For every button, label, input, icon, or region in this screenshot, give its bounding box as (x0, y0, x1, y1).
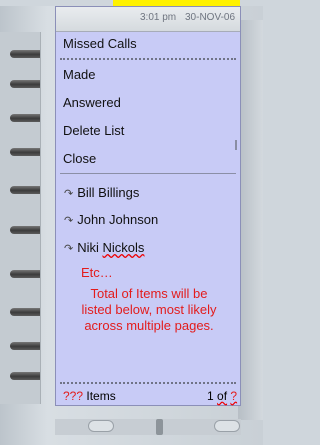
left-keypad (0, 32, 41, 404)
softkey-left[interactable] (88, 420, 114, 432)
contact-row[interactable]: ↷ Niki Nickols (64, 240, 144, 255)
line-key-9[interactable] (10, 342, 40, 350)
line-key-8[interactable] (10, 308, 40, 316)
softkey-right[interactable] (214, 420, 240, 432)
reply-arrow-icon: ↷ (64, 215, 74, 227)
menu-item-made[interactable]: Made (63, 67, 96, 82)
total-items-line-3: across multiple pages. (84, 318, 214, 333)
menu-item-answered[interactable]: Answered (63, 95, 121, 110)
line-key-7[interactable] (10, 270, 40, 278)
title-divider (60, 58, 236, 60)
contact-row[interactable]: ↷ Bill Billings (64, 185, 139, 200)
page-of: of (217, 389, 228, 403)
line-key-5[interactable] (10, 186, 40, 194)
items-count: ??? Items (63, 389, 116, 403)
reply-arrow-icon: ↷ (64, 243, 74, 255)
menu-item-delete-list[interactable]: Delete List (63, 123, 124, 138)
contact-last-name: Nickols (102, 240, 145, 255)
total-items-note: Total of Items will be listed below, mos… (60, 286, 238, 334)
menu-item-close[interactable]: Close (63, 151, 96, 166)
reply-arrow-icon: ↷ (64, 188, 74, 200)
page-total: ? (230, 389, 238, 403)
line-key-6[interactable] (10, 226, 40, 234)
page-current: 1 (207, 389, 218, 403)
line-key-3[interactable] (10, 114, 40, 122)
softkey-divider (156, 419, 163, 435)
etc-note: Etc… (81, 265, 113, 280)
contact-first-name: Niki (77, 240, 99, 255)
contact-name: Bill Billings (77, 185, 140, 200)
line-key-10[interactable] (10, 372, 40, 380)
line-key-4[interactable] (10, 148, 40, 156)
contact-name: John Johnson (77, 212, 159, 227)
status-bar: 3:01 pm 30-NOV-06 (56, 7, 240, 32)
status-time: 3:01 pm (140, 12, 177, 23)
page-indicator: 1 of ? (207, 389, 237, 403)
contact-row[interactable]: ↷ John Johnson (64, 212, 158, 227)
total-items-line-1: Total of Items will be (90, 286, 208, 301)
menu-divider (60, 173, 236, 174)
items-label: Items (83, 389, 116, 403)
line-key-2[interactable] (10, 80, 40, 88)
items-count-value: ??? (63, 389, 84, 403)
line-key-1[interactable] (10, 50, 40, 58)
right-edge (238, 20, 263, 420)
phone-screen: 3:01 pm 30-NOV-06 Missed Calls Made Answ… (55, 6, 241, 406)
status-date: 30-NOV-06 (185, 12, 236, 23)
scroll-indicator (235, 140, 237, 150)
menu-title-missed-calls[interactable]: Missed Calls (63, 36, 137, 51)
footer-divider (60, 382, 236, 384)
total-items-line-2: listed below, most likely (81, 302, 217, 317)
